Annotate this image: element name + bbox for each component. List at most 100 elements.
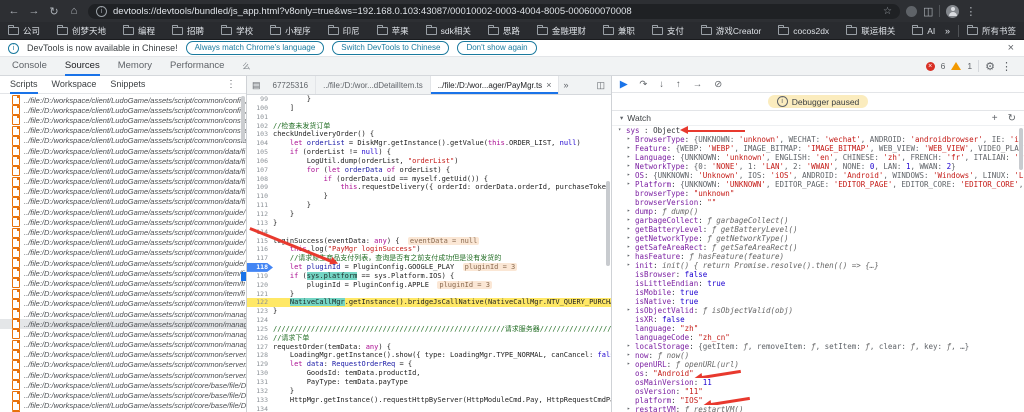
- expander-icon[interactable]: ▸: [627, 180, 635, 189]
- line-number[interactable]: 109: [247, 183, 273, 192]
- tab-memory[interactable]: Memory: [118, 57, 152, 76]
- file-tree-item[interactable]: ../file:/D:/workspace/client/LudoGame/as…: [0, 156, 246, 167]
- line-number[interactable]: 102: [247, 122, 273, 131]
- watch-row[interactable]: osVersion: "11": [612, 387, 1024, 396]
- navigator-tab-snippets[interactable]: Snippets: [110, 76, 145, 94]
- bookmark-item[interactable]: 兼职: [602, 24, 635, 37]
- watch-row[interactable]: ▸ hasFeature: ƒ hasFeature(feature): [612, 252, 1024, 261]
- reload-icon[interactable]: ↻: [46, 5, 62, 18]
- file-tree-item[interactable]: ../file:/D:/workspace/client/LudoGame/as…: [0, 319, 246, 330]
- watch-section-header[interactable]: ▾ Watch + ↻: [612, 110, 1024, 126]
- forward-icon[interactable]: →: [26, 5, 42, 18]
- file-tree-item[interactable]: ../file:/D:/workspace/client/LudoGame/as…: [0, 207, 246, 218]
- line-number[interactable]: 121: [247, 290, 273, 299]
- bookmark-item[interactable]: 招聘: [172, 24, 204, 37]
- file-tree-item[interactable]: ../file:/D:/workspace/client/LudoGame/as…: [0, 227, 246, 238]
- file-tree-item[interactable]: ../file:/D:/workspace/client/LudoGame/as…: [0, 125, 246, 136]
- expander-icon[interactable]: ▸: [627, 207, 635, 216]
- close-tab-icon[interactable]: ×: [546, 80, 551, 90]
- watch-row[interactable]: ▸ init: init() { return Promise.resolve()…: [612, 261, 1024, 270]
- line-number[interactable]: 130: [247, 369, 273, 378]
- file-tree-item[interactable]: ../file:/D:/workspace/client/LudoGame/as…: [0, 166, 246, 177]
- file-tree-item[interactable]: ../file:/D:/workspace/client/LudoGame/as…: [0, 278, 246, 289]
- watch-row[interactable]: ▸ getBatteryLevel: ƒ getBatteryLevel(): [612, 225, 1024, 234]
- line-number[interactable]: 105: [247, 148, 273, 157]
- line-number[interactable]: 99: [247, 95, 273, 104]
- file-tree-item[interactable]: ../file:/D:/workspace/client/LudoGame/as…: [0, 115, 246, 126]
- side-panel-icon[interactable]: ◫: [923, 5, 933, 18]
- url-text[interactable]: devtools://devtools/bundled/js_app.html?…: [113, 6, 877, 17]
- line-number[interactable]: 129: [247, 360, 273, 369]
- site-info-icon[interactable]: i: [96, 5, 107, 17]
- file-tree-item[interactable]: ../file:/D:/workspace/client/LudoGame/as…: [0, 349, 246, 360]
- watch-row[interactable]: isXR: false: [612, 315, 1024, 324]
- watch-row[interactable]: isMobile: true: [612, 288, 1024, 297]
- line-number[interactable]: 134: [247, 405, 273, 412]
- bookmark-item[interactable]: sdk相关: [425, 24, 471, 37]
- line-number[interactable]: 124: [247, 316, 273, 325]
- line-number[interactable]: 104: [247, 139, 273, 148]
- editor-tabs-overflow-icon[interactable]: »: [559, 80, 572, 90]
- back-icon[interactable]: ←: [6, 5, 22, 18]
- editor-tab[interactable]: ../file:/D:/wor...dDetailItem.ts: [316, 76, 431, 94]
- line-number[interactable]: 100: [247, 104, 273, 113]
- expander-icon[interactable]: ▸: [627, 405, 635, 412]
- bookmark-star-icon[interactable]: ☆: [883, 6, 892, 17]
- bookmark-item[interactable]: 游戏Creator: [700, 24, 761, 37]
- infobar-button[interactable]: Always match Chrome's language: [185, 41, 325, 55]
- line-number[interactable]: 112: [247, 210, 273, 219]
- file-tree-item[interactable]: ../file:/D:/workspace/client/LudoGame/as…: [0, 247, 246, 258]
- bookmark-item[interactable]: 小程序: [270, 24, 311, 37]
- file-tree-item[interactable]: ../file:/D:/workspace/client/LudoGame/as…: [0, 339, 246, 350]
- watch-row[interactable]: ▸ NetworkType: {0: 'NONE', 1: 'LAN', 2: '…: [612, 162, 1024, 171]
- line-number[interactable]: 107: [247, 166, 273, 175]
- file-tree-item[interactable]: ../file:/D:/workspace/client/LudoGame/as…: [0, 268, 246, 279]
- file-tree-item[interactable]: ../file:/D:/workspace/client/LudoGame/as…: [0, 370, 246, 381]
- line-number[interactable]: 133: [247, 396, 273, 405]
- bookmark-item[interactable]: 联运相关: [846, 24, 895, 37]
- tab-console[interactable]: Console: [12, 57, 47, 76]
- expander-icon[interactable]: ▸: [627, 351, 635, 360]
- bookmark-item[interactable]: 支付: [651, 24, 684, 37]
- line-number[interactable]: 115: [247, 237, 273, 246]
- watch-row[interactable]: ▸ localStorage: {getItem: ƒ, removeItem: …: [612, 342, 1024, 351]
- expander-icon[interactable]: ▸: [627, 243, 635, 252]
- watch-row[interactable]: osMainVersion: 11: [612, 378, 1024, 387]
- file-tree-item[interactable]: ../file:/D:/workspace/client/LudoGame/as…: [0, 237, 246, 248]
- profile-avatar[interactable]: [946, 4, 960, 18]
- expander-icon[interactable]: ▸: [627, 144, 635, 153]
- all-bookmarks-button[interactable]: 所有书签: [966, 24, 1016, 37]
- bookmark-item[interactable]: 金融理财: [536, 24, 586, 37]
- line-number[interactable]: 103: [247, 130, 273, 139]
- toggle-debugger-sidebar-icon[interactable]: ◫: [590, 80, 611, 91]
- editor-tab[interactable]: ../file:/D:/wor...ager/PayMgr.ts ×: [430, 76, 560, 94]
- watch-expander-icon[interactable]: ▾: [620, 114, 623, 122]
- watch-row[interactable]: ▸ Platform: {UNKNOWN: 'UNKNOWN', EDITOR_P…: [612, 180, 1024, 189]
- file-tree-item[interactable]: ../file:/D:/workspace/client/LudoGame/as…: [0, 105, 246, 116]
- devtools-menu-icon[interactable]: ⋮: [1001, 60, 1012, 73]
- home-icon[interactable]: ⌂: [66, 5, 82, 18]
- watch-row[interactable]: ▸ Feature: {WEBP: 'WEBP', IMAGE_BITMAP: '…: [612, 144, 1024, 153]
- toggle-navigator-icon[interactable]: ▤: [247, 80, 266, 91]
- file-tree-item[interactable]: ../file:/D:/workspace/client/LudoGame/as…: [0, 95, 246, 106]
- watch-row[interactable]: browserType: "unknown": [612, 189, 1024, 198]
- expander-icon[interactable]: ▸: [627, 261, 635, 270]
- line-number[interactable]: 122: [247, 298, 273, 307]
- file-tree-item[interactable]: ../file:/D:/workspace/client/LudoGame/as…: [0, 298, 246, 309]
- watch-row[interactable]: language: "zh": [612, 324, 1024, 333]
- file-tree-item[interactable]: ../file:/D:/workspace/client/LudoGame/as…: [0, 400, 246, 411]
- step-icon[interactable]: →: [693, 79, 703, 90]
- line-number[interactable]: 108: [247, 175, 273, 184]
- navigator-tab-workspace[interactable]: Workspace: [52, 76, 97, 94]
- bookmark-item[interactable]: 公司: [8, 24, 40, 37]
- panel-extra-icon[interactable]: 么: [242, 61, 250, 72]
- add-watch-icon[interactable]: +: [992, 113, 998, 124]
- expander-icon[interactable]: ▸: [627, 216, 635, 225]
- file-tree-item[interactable]: ../file:/D:/workspace/client/LudoGame/as…: [0, 359, 246, 370]
- bookmark-item[interactable]: cocos2dx: [778, 24, 829, 36]
- expander-icon[interactable]: ▸: [627, 171, 635, 180]
- file-tree-item[interactable]: ../file:/D:/workspace/client/LudoGame/as…: [0, 176, 246, 187]
- watch-row[interactable]: ▸ garbageCollect: ƒ garbageCollect(): [612, 216, 1024, 225]
- bookmark-item[interactable]: 思路: [487, 24, 520, 37]
- expander-icon[interactable]: ▸: [627, 306, 635, 315]
